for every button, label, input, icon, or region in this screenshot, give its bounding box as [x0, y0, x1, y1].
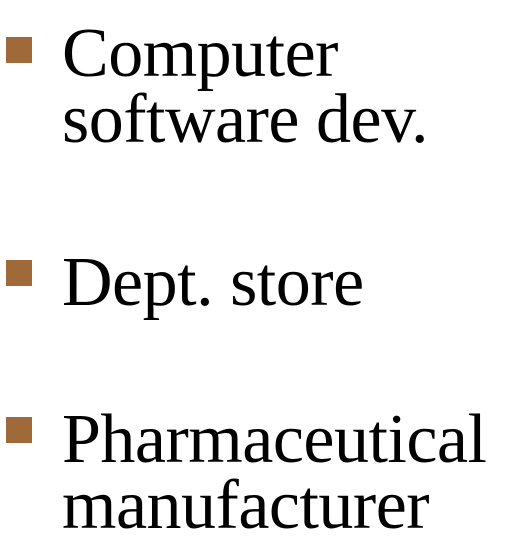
bullet-text: Computer software dev.	[62, 15, 429, 158]
bullet-line: Pharmaceutical	[62, 401, 487, 478]
bullet-line: Dept. store	[62, 244, 364, 321]
bullet-text: Pharmaceutical manufacturer	[62, 401, 487, 544]
square-bullet-icon	[6, 37, 32, 63]
slide: Computer software dev. Dept. store Pharm…	[0, 0, 526, 551]
bullet-text: Dept. store	[62, 244, 364, 321]
bullet-line: software dev.	[62, 81, 429, 158]
square-bullet-icon	[6, 417, 32, 443]
bullet-line: Computer	[62, 15, 338, 92]
square-bullet-icon	[6, 260, 32, 286]
bullet-line: manufacturer	[62, 467, 430, 544]
